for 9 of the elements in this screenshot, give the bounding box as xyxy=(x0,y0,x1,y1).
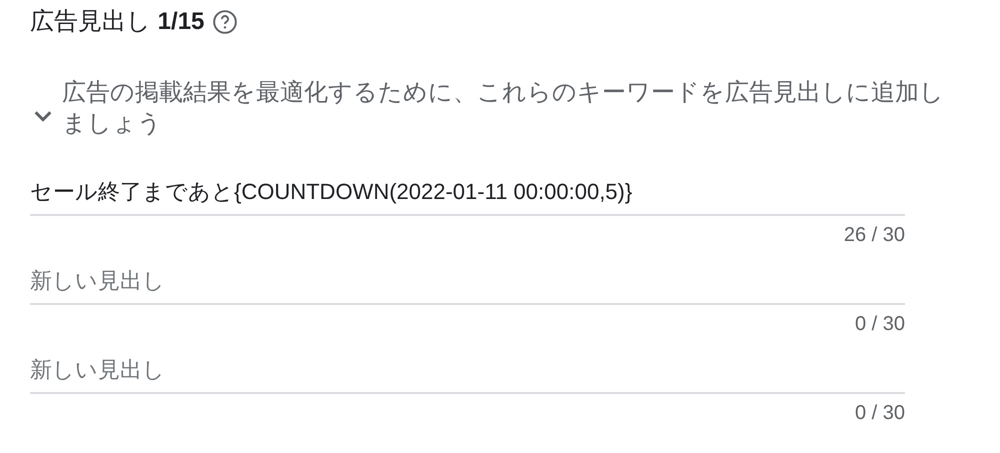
input-field[interactable]: 新しい見出し xyxy=(30,353,905,394)
input-field[interactable]: セール終了まであと{COUNTDOWN(2022-01-11 00:00:00,5)} xyxy=(30,175,905,216)
help-icon[interactable] xyxy=(212,9,238,36)
section-title: 広告見出し 1/15 xyxy=(30,8,204,37)
suggestion-text: 広告の掲載結果を最適化するために、これらのキーワードを広告見出しに追加しましょう xyxy=(62,78,945,139)
char-counter: 0 / 30 xyxy=(854,401,905,426)
char-counter: 26 / 30 xyxy=(842,223,905,248)
char-counter: 0 / 30 xyxy=(854,312,905,338)
input-field[interactable]: 新しい見出し xyxy=(30,264,905,306)
